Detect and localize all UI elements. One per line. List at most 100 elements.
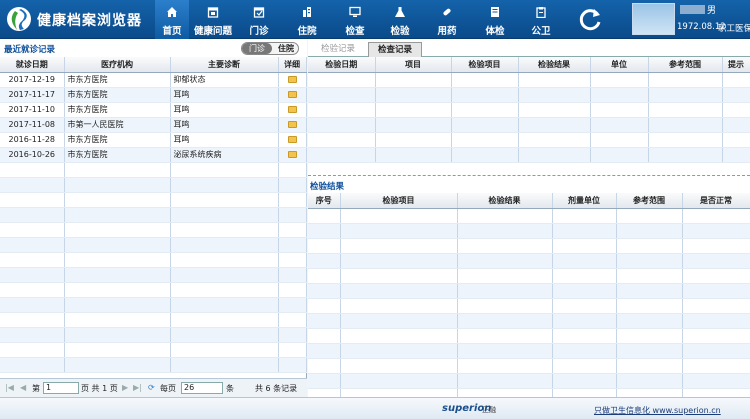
empty-row xyxy=(0,162,307,178)
nav-public-health[interactable]: 公卫 xyxy=(526,0,556,39)
folder-icon[interactable] xyxy=(287,76,297,83)
empty-row xyxy=(308,313,750,329)
nav-home[interactable]: 首页 xyxy=(155,0,189,39)
last-page-icon[interactable]: ▶| xyxy=(133,383,142,392)
column-header[interactable]: 就诊日期 xyxy=(0,57,65,73)
folder-icon[interactable] xyxy=(287,106,297,113)
column-header[interactable]: 剂量单位 xyxy=(552,193,617,209)
table-row[interactable]: 2017-11-10 市东方医院 耳鸣 xyxy=(0,102,307,118)
empty-row xyxy=(308,253,750,269)
nav-inpatient[interactable]: 住院 xyxy=(292,0,322,39)
column-header[interactable]: 单位 xyxy=(590,57,649,73)
nav-medication[interactable]: 用药 xyxy=(432,0,462,39)
first-page-icon[interactable]: |◀ xyxy=(5,383,14,392)
empty-row xyxy=(308,208,750,224)
next-page-icon[interactable]: ▶ xyxy=(122,383,128,392)
lab-results-table: 序号 检验项目 检验结果 剂量单位 参考范围 是否正常 xyxy=(308,193,750,404)
empty-row xyxy=(308,147,750,163)
folder-icon[interactable] xyxy=(287,151,297,158)
empty-row xyxy=(308,102,750,118)
app-logo xyxy=(7,7,31,31)
column-header[interactable]: 检验结果 xyxy=(457,193,553,209)
visit-diagnosis: 泌尿系统疾病 xyxy=(170,147,279,163)
column-header[interactable]: 是否正常 xyxy=(682,193,750,209)
lab-results-title: 检验结果 xyxy=(310,182,345,192)
toggle-outpatient[interactable]: 门诊 xyxy=(242,43,272,54)
tab-lab-records[interactable]: 检验记录 xyxy=(312,42,364,57)
empty-row xyxy=(0,237,307,253)
avatar[interactable] xyxy=(632,3,675,35)
page-prefix: 第 xyxy=(32,384,40,393)
company-link[interactable]: 只做卫生信息化 www.superion.cn xyxy=(594,405,721,416)
page-number-input[interactable]: 1 xyxy=(43,382,79,394)
nav-label: 用药 xyxy=(437,26,457,37)
column-header[interactable]: 参考范围 xyxy=(648,57,723,73)
visit-date: 2016-11-28 xyxy=(0,132,65,148)
user-insurance: 职工医保 xyxy=(718,24,750,34)
nav-label: 检验 xyxy=(390,26,410,37)
empty-row xyxy=(0,267,307,283)
column-header[interactable]: 检验日期 xyxy=(308,57,376,73)
column-header[interactable]: 主要诊断 xyxy=(170,57,279,73)
visit-date: 2017-11-10 xyxy=(0,102,65,118)
pagination-bar: |◀ ◀ 第 1 页 共 1 页 ▶ ▶| ⟳ 每页 26 条 共 6 条记录 xyxy=(0,378,307,397)
nav-label: 健康问题 xyxy=(193,26,232,37)
per-page-input[interactable]: 26 xyxy=(181,382,223,394)
nav-label: 首页 xyxy=(162,26,182,37)
book-icon xyxy=(491,7,499,17)
toggle-inpatient[interactable]: 住院 xyxy=(273,43,298,54)
column-header[interactable]: 参考范围 xyxy=(616,193,683,209)
app-title: 健康档案浏览器 xyxy=(37,13,142,29)
column-header[interactable]: 项目 xyxy=(375,57,452,73)
empty-row xyxy=(308,268,750,284)
nav-physical-exam[interactable]: 体检 xyxy=(480,0,510,39)
table-row[interactable]: 2017-11-08 市第一人民医院 耳鸣 xyxy=(0,117,307,133)
visit-hospital: 市东方医院 xyxy=(64,102,171,118)
prev-page-icon[interactable]: ◀ xyxy=(20,383,26,392)
home-icon xyxy=(167,7,177,17)
calendar-icon xyxy=(253,7,265,18)
column-header[interactable]: 检验结果 xyxy=(518,57,591,73)
column-header[interactable]: 检验项目 xyxy=(451,57,519,73)
tab-exam-records[interactable]: 检查记录 xyxy=(368,42,423,57)
monitor-icon xyxy=(349,6,361,17)
recent-visits-panel: 最近就诊记录 门诊 住院 就诊日期 医疗机构 主要诊断 详细 2017-12-1… xyxy=(0,39,307,397)
table-header-row: 序号 检验项目 检验结果 剂量单位 参考范围 是否正常 xyxy=(308,193,750,209)
visit-type-toggle[interactable]: 门诊 住院 xyxy=(241,42,299,55)
visit-date: 2016-10-26 xyxy=(0,147,65,163)
empty-row xyxy=(308,87,750,103)
nav-examination[interactable]: 检查 xyxy=(340,0,370,39)
clipboard-icon xyxy=(536,7,546,18)
column-header[interactable]: 详细 xyxy=(278,57,307,73)
empty-row xyxy=(308,298,750,314)
nav-health-problems[interactable]: 健康问题 xyxy=(190,0,236,39)
recent-visits-title: 最近就诊记录 xyxy=(4,45,56,55)
top-navigation-bar: 健康档案浏览器 首页 健康问题 门诊 住院 检查 检验 用药 体检 公卫 男 1… xyxy=(0,0,750,39)
record-tabs: 检验记录 检查记录 xyxy=(308,39,750,57)
empty-row xyxy=(308,117,750,133)
refresh-icon[interactable] xyxy=(576,5,604,33)
empty-row xyxy=(0,192,307,208)
column-header[interactable]: 序号 xyxy=(308,193,341,209)
refresh-small-icon[interactable]: ⟳ xyxy=(148,383,155,392)
folder-icon[interactable] xyxy=(287,136,297,143)
folder-icon[interactable] xyxy=(287,91,297,98)
nav-outpatient[interactable]: 门诊 xyxy=(244,0,274,39)
nav-label: 住院 xyxy=(297,26,317,37)
nav-lab-test[interactable]: 检验 xyxy=(385,0,415,39)
folder-icon[interactable] xyxy=(287,121,297,128)
column-header[interactable]: 医疗机构 xyxy=(64,57,171,73)
column-header[interactable]: 提示 xyxy=(722,57,750,73)
nav-label: 检查 xyxy=(345,26,365,37)
column-header[interactable]: 检验项目 xyxy=(340,193,458,209)
table-header-row: 就诊日期 医疗机构 主要诊断 详细 xyxy=(0,57,307,73)
empty-row xyxy=(308,373,750,389)
empty-row xyxy=(308,72,750,88)
table-row[interactable]: 2016-10-26 市东方医院 泌尿系统疾病 xyxy=(0,147,307,163)
table-row[interactable]: 2016-11-28 市东方医院 耳鸣 xyxy=(0,132,307,148)
table-row[interactable]: 2017-11-17 市东方医院 耳鸣 xyxy=(0,87,307,103)
visit-diagnosis: 抑郁状态 xyxy=(170,72,279,88)
visit-hospital: 市东方医院 xyxy=(64,132,171,148)
lab-records-table: 检验日期 项目 检验项目 检验结果 单位 参考范围 提示 xyxy=(308,57,750,163)
table-row[interactable]: 2017-12-19 市东方医院 抑郁状态 xyxy=(0,72,307,88)
